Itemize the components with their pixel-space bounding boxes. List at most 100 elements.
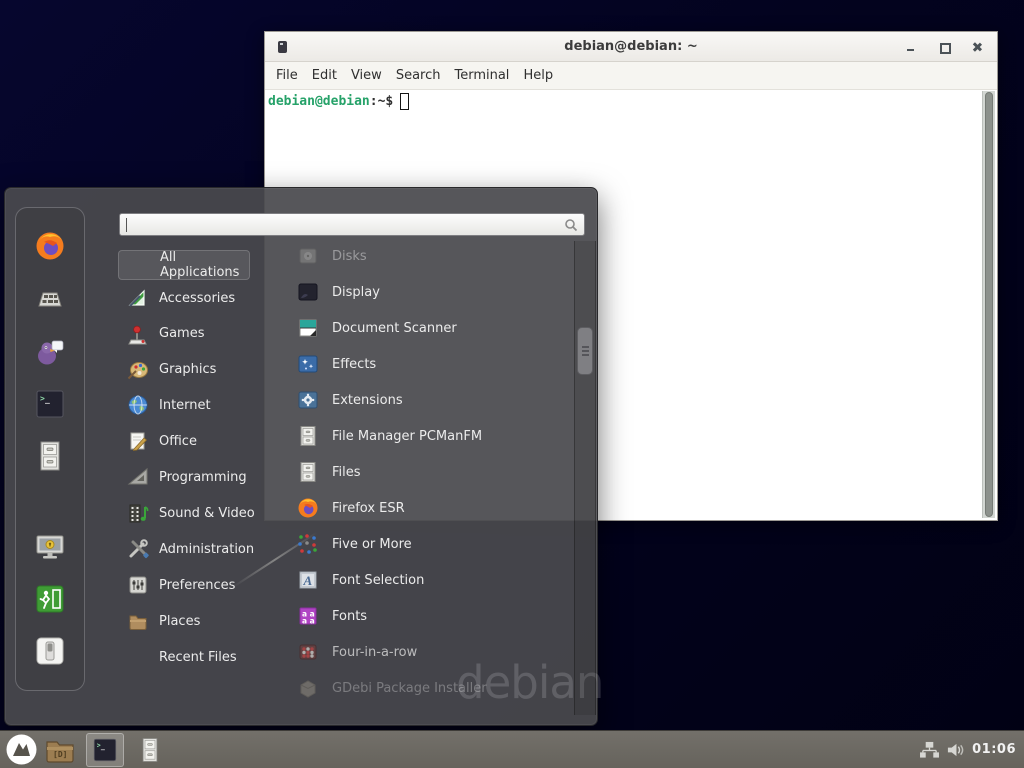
- gdebi-icon: [296, 676, 320, 700]
- category-internet[interactable]: Internet: [118, 390, 270, 420]
- administration-icon: [126, 537, 150, 561]
- app-label: GDebi Package Installer: [332, 681, 487, 696]
- app-font-selection[interactable]: A Font Selection: [285, 562, 577, 598]
- effects-icon: [296, 352, 320, 376]
- pidgin-icon: [33, 335, 67, 369]
- text-caret: [126, 218, 127, 232]
- app-file-manager-pcmanfm[interactable]: File Manager PCManFM: [285, 418, 577, 454]
- app-label: Document Scanner: [332, 321, 457, 336]
- app-extensions[interactable]: Extensions: [285, 382, 577, 418]
- app-list-scrollbar-thumb[interactable]: [577, 327, 593, 375]
- favorite-log-out[interactable]: [33, 582, 67, 616]
- scrollbar-grip: [582, 354, 589, 356]
- category-label: Internet: [159, 398, 211, 413]
- volume-icon[interactable]: [946, 741, 965, 759]
- category-sound-video[interactable]: Sound & Video: [118, 498, 270, 528]
- programming-icon: [126, 465, 150, 489]
- keyboard-icon: [33, 281, 67, 315]
- menu-file[interactable]: File: [276, 68, 298, 83]
- app-files[interactable]: Files: [285, 454, 577, 490]
- menu-help[interactable]: Help: [523, 68, 553, 83]
- terminal-titlebar[interactable]: debian@debian: ~: [265, 32, 997, 62]
- network-icon[interactable]: [920, 741, 939, 759]
- svg-text:_: _: [45, 395, 50, 404]
- category-places[interactable]: Places: [118, 606, 270, 636]
- category-label: Recent Files: [159, 650, 237, 665]
- files-launcher[interactable]: [130, 733, 170, 767]
- file-manager-launcher[interactable]: [D]: [40, 733, 80, 767]
- app-label: Extensions: [332, 393, 403, 408]
- menu-search[interactable]: Search: [396, 68, 441, 83]
- taskbar-clock[interactable]: 01:06: [972, 742, 1016, 757]
- app-display[interactable]: Display: [285, 274, 577, 310]
- app-document-scanner[interactable]: Document Scanner: [285, 310, 577, 346]
- file-cabinet-icon: [33, 439, 67, 473]
- log-out-icon: [33, 582, 67, 616]
- menu-launcher-button[interactable]: [2, 733, 40, 767]
- terminal-cursor: [400, 93, 409, 110]
- five-or-more-icon: [296, 532, 320, 556]
- app-label: Five or More: [332, 537, 412, 552]
- category-games[interactable]: Games: [118, 318, 270, 348]
- category-label: Places: [159, 614, 200, 629]
- category-graphics[interactable]: Graphics: [118, 354, 270, 384]
- terminal-icon: > _: [33, 387, 67, 421]
- prompt-tail: :~$: [370, 94, 393, 109]
- scrollbar-grip: [582, 346, 589, 348]
- app-label: Disks: [332, 249, 367, 264]
- graphics-icon: [126, 357, 150, 381]
- app-disks[interactable]: Disks: [285, 238, 577, 274]
- four-in-a-row-icon: [296, 640, 320, 664]
- terminal-scrollbar[interactable]: [982, 91, 995, 518]
- category-label: All Applications: [160, 250, 249, 280]
- app-label: Fonts: [332, 609, 367, 624]
- display-icon: [296, 280, 320, 304]
- app-list-scrollbar[interactable]: [574, 241, 596, 715]
- search-input[interactable]: [120, 218, 564, 232]
- files-icon: [296, 460, 320, 484]
- app-label: Font Selection: [332, 573, 424, 588]
- category-accessories[interactable]: Accessories: [118, 283, 270, 313]
- category-administration[interactable]: Administration: [118, 534, 270, 564]
- category-label: Games: [159, 326, 204, 341]
- menu-terminal[interactable]: Terminal: [454, 68, 509, 83]
- favorite-packages[interactable]: [33, 281, 67, 315]
- app-four-in-a-row[interactable]: Four-in-a-row: [285, 634, 577, 670]
- category-programming[interactable]: Programming: [118, 462, 270, 492]
- favorite-pidgin[interactable]: [33, 335, 67, 369]
- favorite-file-manager[interactable]: [33, 439, 67, 473]
- app-gdebi[interactable]: GDebi Package Installer: [285, 670, 577, 706]
- app-label: Display: [332, 285, 380, 300]
- favorite-lock-screen[interactable]: [33, 530, 67, 564]
- firefox-icon: [296, 496, 320, 520]
- minimize-icon[interactable]: [905, 41, 917, 53]
- svg-text:[D]: [D]: [53, 750, 67, 759]
- app-firefox-esr[interactable]: Firefox ESR: [285, 490, 577, 526]
- application-menu: debian: [4, 187, 598, 726]
- app-label: Firefox ESR: [332, 501, 405, 516]
- favorite-firefox[interactable]: [33, 229, 67, 263]
- category-preferences[interactable]: Preferences: [118, 570, 270, 600]
- category-all-applications[interactable]: All Applications: [118, 250, 250, 280]
- app-five-or-more[interactable]: Five or More: [285, 526, 577, 562]
- app-label: Four-in-a-row: [332, 645, 417, 660]
- maximize-icon[interactable]: [938, 41, 950, 53]
- app-effects[interactable]: Effects: [285, 346, 577, 382]
- terminal-scrollbar-thumb[interactable]: [985, 92, 993, 517]
- app-fonts[interactable]: a a a a Fonts: [285, 598, 577, 634]
- favorite-terminal[interactable]: > _: [33, 387, 67, 421]
- menu-view[interactable]: View: [351, 68, 382, 83]
- shut-down-icon: [33, 634, 67, 668]
- favorite-shut-down[interactable]: [33, 634, 67, 668]
- app-label: Files: [332, 465, 361, 480]
- menu-edit[interactable]: Edit: [312, 68, 337, 83]
- terminal-prompt: debian@debian:~$: [268, 93, 409, 110]
- games-icon: [126, 321, 150, 345]
- scrollbar-grip: [582, 350, 589, 352]
- close-icon[interactable]: [971, 41, 983, 53]
- category-recent-files[interactable]: Recent Files: [118, 642, 270, 672]
- disks-icon: [296, 244, 320, 268]
- category-office[interactable]: Office: [118, 426, 270, 456]
- file-cabinet-icon: [137, 735, 163, 765]
- terminal-taskbar-button[interactable]: > _: [86, 733, 124, 767]
